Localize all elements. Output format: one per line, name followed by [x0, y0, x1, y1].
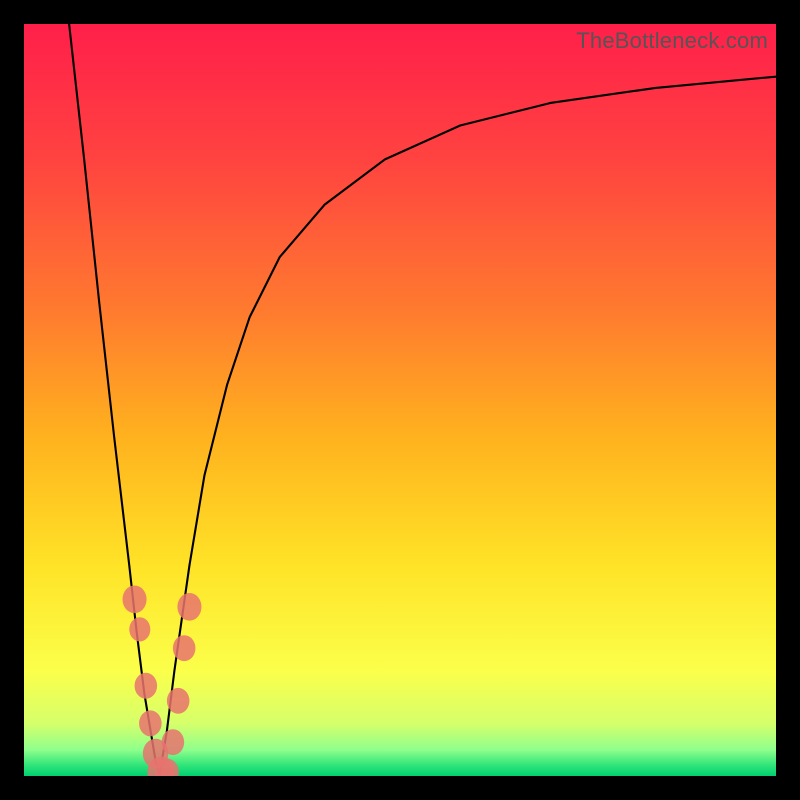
data-marker — [162, 729, 185, 755]
data-marker — [139, 710, 162, 736]
data-marker — [123, 585, 147, 613]
curve-left-branch — [69, 24, 159, 776]
chart-svg — [24, 24, 776, 776]
data-marker — [129, 617, 150, 641]
data-marker — [135, 673, 158, 699]
bottleneck-curve — [69, 24, 776, 776]
plot-area: TheBottleneck.com — [24, 24, 776, 776]
chart-frame: TheBottleneck.com — [0, 0, 800, 800]
data-marker — [177, 593, 201, 621]
curve-right-branch — [159, 77, 776, 776]
data-marker — [173, 635, 196, 661]
data-marker — [167, 688, 190, 714]
